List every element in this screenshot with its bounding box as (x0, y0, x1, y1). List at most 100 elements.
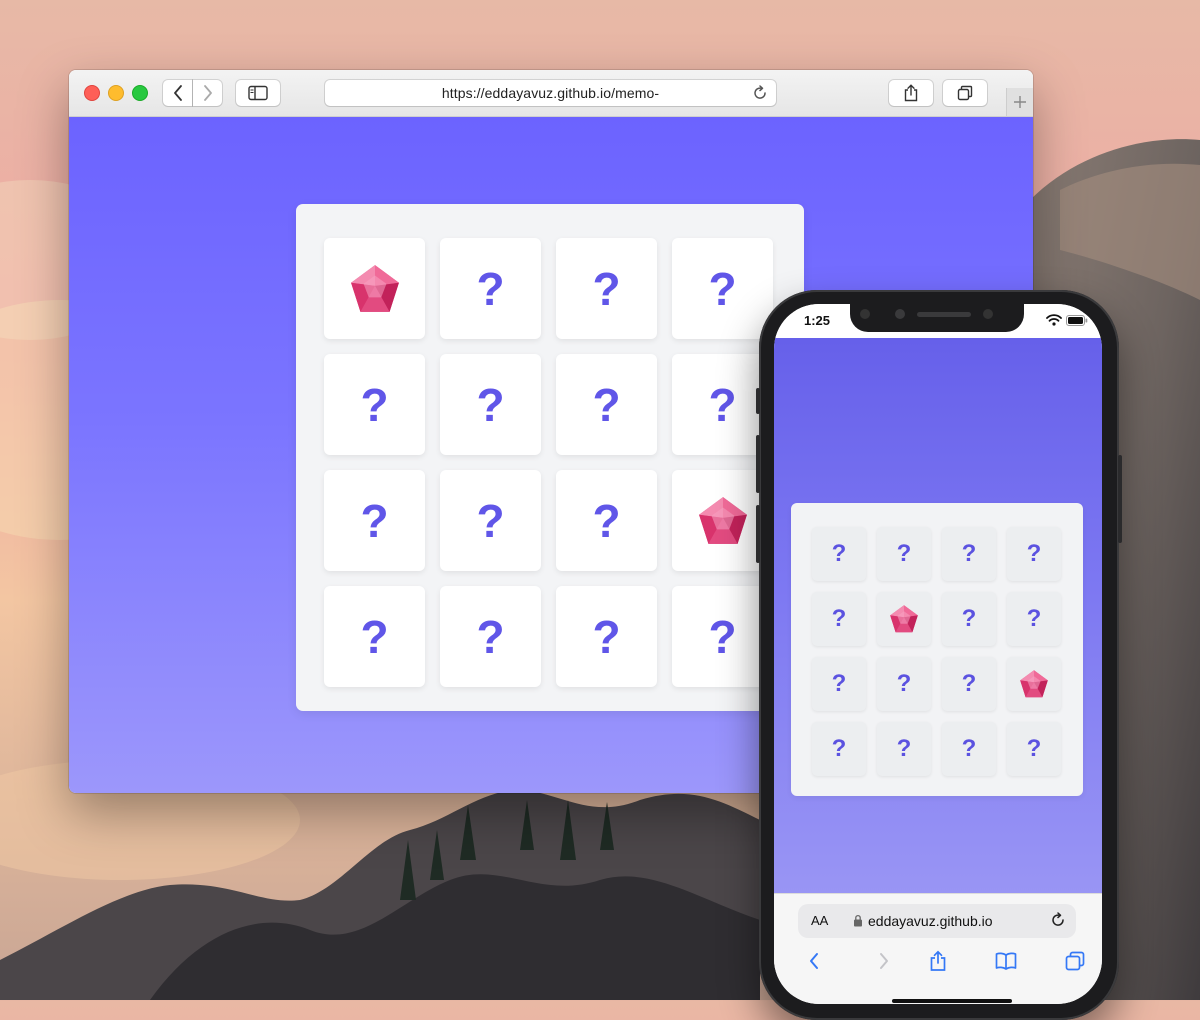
minimize-window-button[interactable] (108, 85, 124, 101)
mobile-forward-button[interactable] (872, 950, 896, 972)
question-mark: ? (961, 540, 977, 567)
plus-icon (1014, 96, 1026, 108)
memory-card[interactable]: ? (440, 238, 541, 339)
mobile-memory-card[interactable] (877, 592, 931, 646)
power-button (1118, 455, 1122, 543)
question-mark: ? (961, 735, 977, 762)
mobile-memory-card[interactable]: ? (942, 657, 996, 711)
share-button[interactable] (889, 80, 933, 106)
memory-card[interactable]: ? (556, 354, 657, 455)
memory-card[interactable]: ? (324, 586, 425, 687)
memory-card[interactable]: ? (556, 586, 657, 687)
question-mark: ? (592, 494, 621, 547)
camera-notch (850, 304, 1024, 332)
mobile-memory-card[interactable]: ? (812, 592, 866, 646)
mobile-memory-card[interactable] (1007, 657, 1061, 711)
question-mark: ? (360, 494, 389, 547)
question-mark: ? (476, 610, 505, 663)
mobile-memory-card[interactable]: ? (1007, 592, 1061, 646)
mobile-memory-card[interactable]: ? (812, 527, 866, 581)
tabs-icon (957, 85, 973, 101)
tabs-icon (1065, 951, 1085, 971)
question-mark: ? (476, 494, 505, 547)
mobile-memory-card[interactable]: ? (877, 657, 931, 711)
gem-icon (1020, 670, 1048, 698)
browser-toolbar: https://eddayavuz.github.io/memo- (69, 70, 1033, 117)
mobile-memory-card[interactable]: ? (942, 592, 996, 646)
memory-card[interactable]: ? (324, 470, 425, 571)
question-mark: ? (1026, 540, 1042, 567)
question-mark: ? (360, 610, 389, 663)
forward-button[interactable] (193, 80, 222, 106)
mobile-share-button[interactable] (926, 950, 950, 972)
memory-card[interactable]: ? (672, 586, 773, 687)
memory-card[interactable]: ? (440, 470, 541, 571)
status-time: 1:25 (804, 313, 831, 328)
question-mark: ? (708, 378, 737, 431)
share-icon (930, 950, 946, 971)
mobile-memory-card[interactable]: ? (877, 722, 931, 776)
memory-card[interactable]: ? (440, 354, 541, 455)
chevron-left-icon (810, 953, 818, 969)
question-mark: ? (831, 670, 847, 697)
question-mark: ? (961, 605, 977, 632)
close-window-button[interactable] (84, 85, 100, 101)
mute-switch (756, 388, 760, 414)
question-mark: ? (1026, 605, 1042, 632)
question-mark: ? (592, 262, 621, 315)
mobile-memory-card[interactable]: ? (1007, 527, 1061, 581)
reload-icon (1052, 912, 1064, 926)
question-mark: ? (831, 605, 847, 632)
reader-settings-button[interactable]: AA (811, 913, 828, 928)
mobile-memory-game-board: ?????????????? (791, 503, 1083, 796)
share-icon (904, 84, 918, 102)
question-mark: ? (831, 735, 847, 762)
question-mark: ? (896, 670, 912, 697)
mobile-reload-button[interactable] (1050, 912, 1066, 933)
mobile-memory-card[interactable]: ? (942, 527, 996, 581)
mobile-browser-chrome: AA eddayavuz.github.io (774, 893, 1102, 1004)
mobile-memory-card[interactable]: ? (877, 527, 931, 581)
question-mark: ? (708, 262, 737, 315)
mobile-memory-card[interactable]: ? (812, 722, 866, 776)
chevron-left-icon (173, 85, 182, 101)
gem-icon (350, 264, 399, 312)
memory-card[interactable]: ? (556, 238, 657, 339)
question-mark: ? (360, 378, 389, 431)
mobile-memory-card[interactable]: ? (1007, 722, 1061, 776)
memory-card[interactable]: ? (556, 470, 657, 571)
chevron-right-icon (880, 953, 888, 969)
tab-overview-button[interactable] (943, 80, 987, 106)
gem-icon (890, 605, 918, 633)
memory-card[interactable]: ? (672, 238, 773, 339)
phone-screen: 1:25 ?????????????? AA eddayavuz.github.… (774, 304, 1102, 1004)
sidebar-toggle-button[interactable] (236, 80, 280, 106)
question-mark: ? (476, 262, 505, 315)
mobile-back-button[interactable] (802, 950, 826, 972)
mobile-bookmarks-button[interactable] (994, 950, 1018, 972)
question-mark: ? (961, 670, 977, 697)
url-text: https://eddayavuz.github.io/memo- (441, 85, 660, 101)
question-mark: ? (896, 735, 912, 762)
memory-card[interactable]: ? (440, 586, 541, 687)
mobile-memory-card[interactable]: ? (812, 657, 866, 711)
maximize-window-button[interactable] (132, 85, 148, 101)
question-mark: ? (592, 378, 621, 431)
mobile-memory-card[interactable]: ? (942, 722, 996, 776)
address-bar[interactable]: https://eddayavuz.github.io/memo- (325, 80, 776, 106)
sidebar-icon (248, 85, 268, 101)
new-tab-button[interactable] (1006, 88, 1033, 116)
memory-card[interactable] (324, 238, 425, 339)
wifi-icon (1046, 314, 1062, 326)
question-mark: ? (476, 378, 505, 431)
memory-card[interactable]: ? (324, 354, 425, 455)
mobile-tabs-button[interactable] (1063, 950, 1087, 972)
bookmarks-icon (995, 952, 1017, 970)
back-button[interactable] (163, 80, 192, 106)
mobile-address-bar[interactable]: AA eddayavuz.github.io (798, 904, 1076, 938)
question-mark: ? (592, 610, 621, 663)
lock-icon (854, 914, 862, 927)
mobile-url-text: eddayavuz.github.io (868, 913, 993, 929)
volume-down-button (756, 505, 760, 563)
reload-button[interactable] (752, 85, 768, 106)
